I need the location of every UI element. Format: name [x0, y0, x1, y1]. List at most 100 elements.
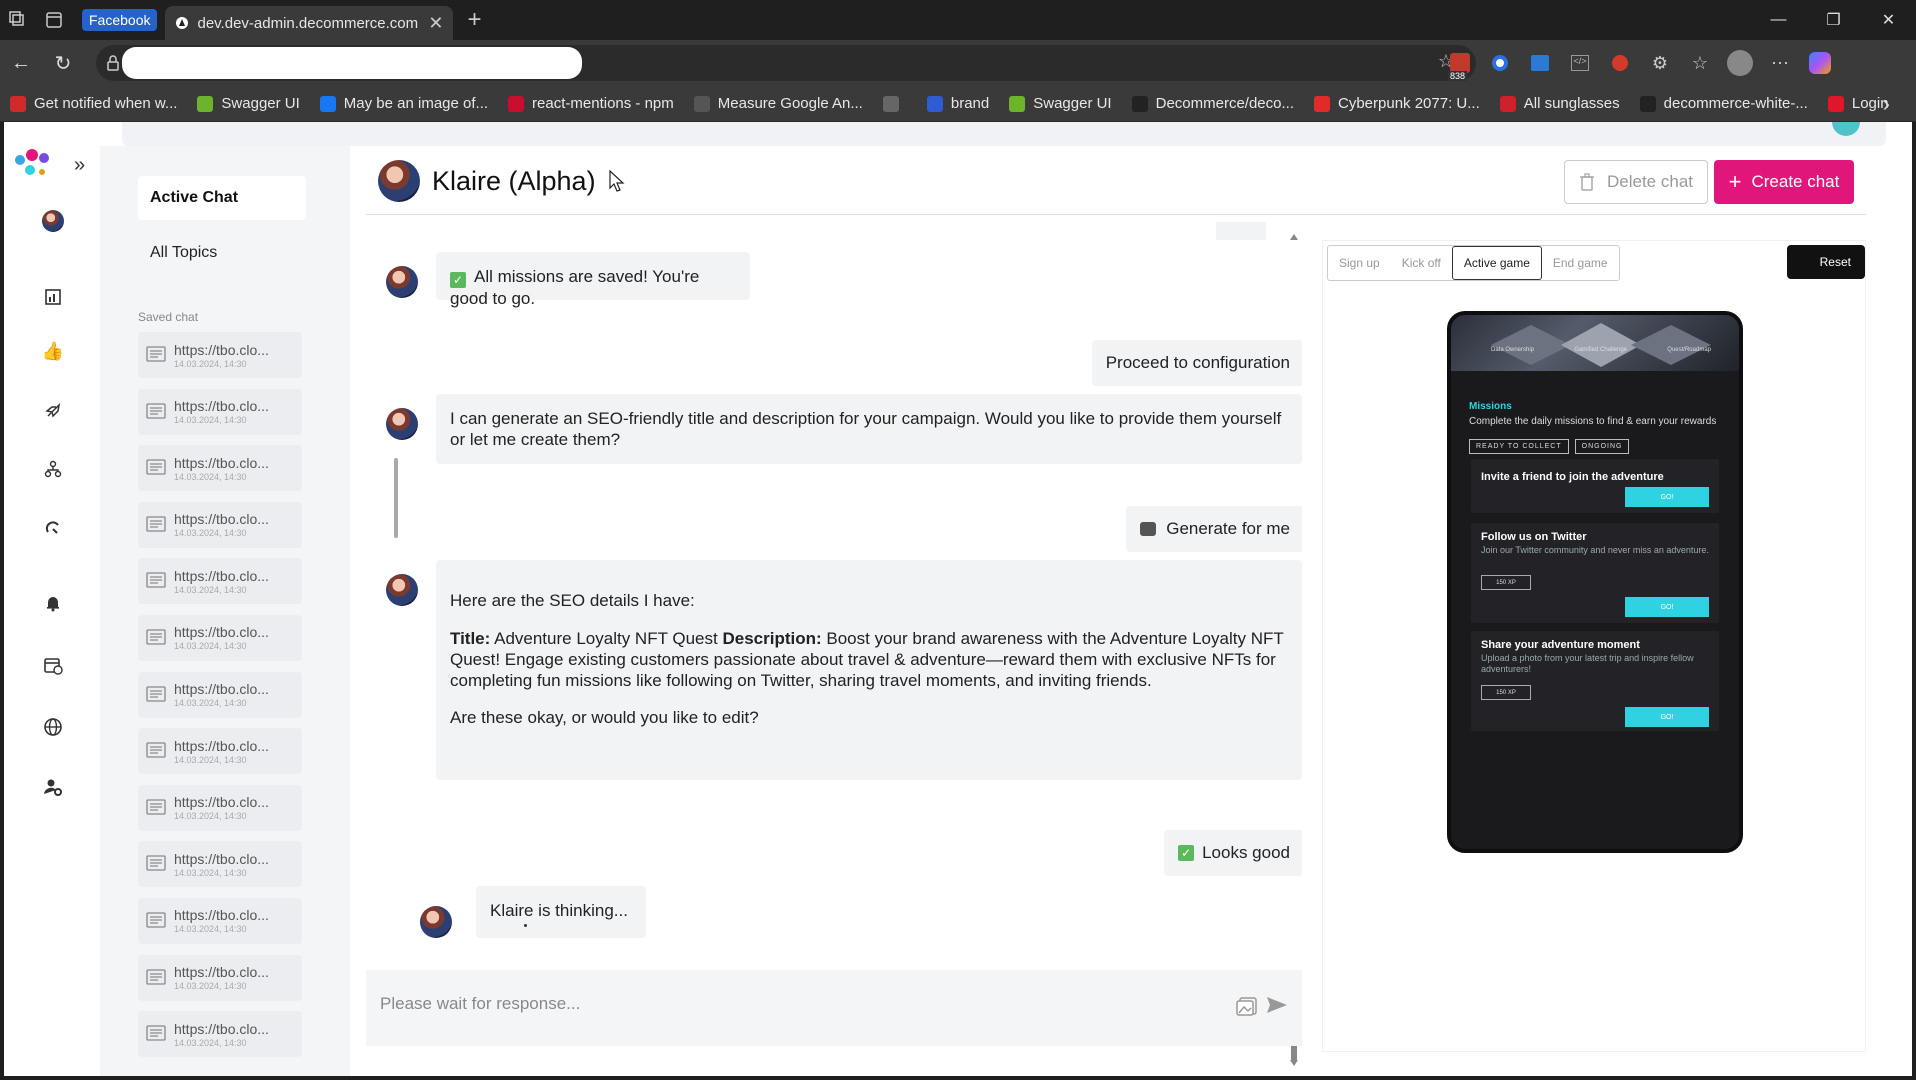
robot-icon [1140, 522, 1157, 536]
app-logo[interactable] [12, 146, 54, 178]
bookmark-item[interactable]: Login [1827, 95, 1889, 112]
bookmark-item[interactable]: react-mentions - npm [508, 95, 674, 112]
minimize-icon[interactable]: — [1751, 0, 1806, 40]
check-icon: ✓ [450, 272, 466, 288]
bookmark-favicon-icon [1131, 95, 1148, 112]
create-chat-button[interactable]: + Create chat [1714, 160, 1854, 204]
close-window-icon[interactable]: ✕ [1861, 0, 1916, 40]
chat-sidebar: Active Chat All Topics Saved chat https:… [100, 146, 398, 1076]
expand-sidebar-icon[interactable]: » [74, 154, 85, 177]
bookmark-item[interactable]: Get notified when w... [10, 95, 177, 112]
saved-chat-url: https://tbo.clo... [174, 511, 269, 528]
extension-code-icon[interactable]: </> [1560, 43, 1600, 83]
bookmark-item[interactable]: All sunglasses [1499, 95, 1620, 112]
xp-text: 150 XP [1496, 689, 1516, 696]
delete-chat-button[interactable]: Delete chat [1564, 160, 1708, 204]
workspaces-icon[interactable] [0, 2, 36, 38]
mission-go-button[interactable]: GO! [1625, 487, 1709, 507]
saved-chat-item[interactable]: https://tbo.clo... 14.03.2024, 14:30 [138, 558, 302, 605]
reset-button[interactable]: Reset [1787, 245, 1865, 279]
stage-tab[interactable]: End game [1542, 246, 1619, 280]
bot-message-text: All missions are saved! You're good to g… [450, 267, 700, 308]
bookmark-label: May be an image of... [343, 95, 489, 112]
phone-preview: Data Ownership Gamified Challenge Quest/Ro… [1447, 311, 1743, 853]
all-topics-tab[interactable]: All Topics [150, 244, 217, 262]
bookmark-item[interactable] [882, 95, 907, 112]
calendar-icon[interactable] [38, 650, 68, 680]
send-icon[interactable] [1266, 996, 1288, 1014]
page-title: Klaire (Alpha) [432, 166, 596, 196]
stage-tab[interactable]: Sign up [1328, 246, 1391, 280]
favorites-icon[interactable]: ☆ [1680, 43, 1720, 83]
bookmarks-overflow-icon[interactable]: › [1883, 91, 1890, 117]
mission-filter-pill[interactable]: READY TO COLLECT [1469, 439, 1569, 454]
bot-message: ✓ All missions are saved! You're good to … [436, 252, 750, 308]
back-icon[interactable]: ← [0, 42, 42, 84]
close-tab-icon[interactable]: ✕ [428, 13, 443, 34]
bookmarks-bar: Get notified when w... Swagger UI May be a… [0, 86, 1916, 122]
stage-tab[interactable]: Kick off [1391, 246, 1452, 280]
saved-chat-item[interactable]: https://tbo.clo... 14.03.2024, 14:30 [138, 614, 302, 661]
restore-icon[interactable]: ❐ [1806, 0, 1861, 40]
refresh-icon[interactable]: ↻ [42, 42, 84, 84]
saved-chat-item[interactable]: https://tbo.clo... 14.03.2024, 14:30 [138, 501, 302, 548]
saved-chat-item[interactable]: https://tbo.clo... 14.03.2024, 14:30 [138, 388, 302, 435]
saved-chat-url: https://tbo.clo... [174, 1020, 269, 1037]
saved-chat-url: https://tbo.clo... [174, 398, 269, 415]
analytics-icon[interactable] [38, 282, 68, 312]
address-bar[interactable]: ☆ [96, 45, 1476, 81]
mission-filter-pill[interactable]: ONGOING [1574, 439, 1630, 454]
bookmark-item[interactable]: Measure Google An... [693, 95, 863, 112]
mission-xp-badge: 150 XP [1481, 685, 1531, 700]
more-menu-icon[interactable]: ⋯ [1760, 43, 1800, 83]
agent-avatar-icon[interactable] [38, 206, 68, 236]
new-tab-icon[interactable]: + [467, 6, 481, 34]
trash-icon [1580, 173, 1594, 191]
bookmark-item[interactable]: Decommerce/deco... [1131, 95, 1294, 112]
user-message: Generate for me [1126, 506, 1302, 552]
saved-chat-item[interactable]: https://tbo.clo... 14.03.2024, 14:30 [138, 954, 302, 1001]
tab-actions-icon[interactable] [36, 2, 72, 38]
profile-avatar[interactable] [1720, 43, 1760, 83]
active-chat-tab[interactable]: Active Chat [138, 176, 306, 220]
extension-office-icon[interactable] [1520, 43, 1560, 83]
copilot-icon[interactable] [1800, 43, 1840, 83]
magnet-icon[interactable] [38, 514, 68, 544]
mission-go-button[interactable]: GO! [1625, 707, 1709, 727]
thinking-text: Klaire is thinking... [490, 901, 628, 920]
saved-chat-date: 14.03.2024, 14:30 [174, 698, 247, 709]
saved-chat-item[interactable]: https://tbo.clo... 14.03.2024, 14:30 [138, 445, 302, 492]
mission-go-button[interactable]: GO! [1625, 597, 1709, 617]
saved-chat-item[interactable]: https://tbo.clo... 14.03.2024, 14:30 [138, 897, 302, 944]
saved-chat-item[interactable]: https://tbo.clo... 14.03.2024, 14:30 [138, 1011, 302, 1058]
bookmark-item[interactable]: brand [926, 95, 989, 112]
browser-tab[interactable]: dev.dev-admin.decommerce.com ✕ [165, 6, 454, 40]
network-icon[interactable] [38, 454, 68, 484]
bookmark-item[interactable]: decommerce-white-... [1639, 95, 1808, 112]
saved-chat-item[interactable]: https://tbo.clo... 14.03.2024, 14:30 [138, 332, 302, 378]
saved-chat-item[interactable]: https://tbo.clo... 14.03.2024, 14:30 [138, 728, 302, 775]
extension-bug-icon[interactable] [1600, 43, 1640, 83]
tab-group-label[interactable]: Facebook [82, 9, 158, 31]
bookmark-item[interactable]: Cyberpunk 2077: U... [1314, 95, 1480, 112]
globe-icon[interactable] [38, 712, 68, 742]
bookmark-item[interactable]: Swagger UI [1009, 95, 1112, 112]
xp-text: 150 XP [1496, 579, 1516, 586]
chat-scrollbar[interactable] [1288, 230, 1300, 1070]
bookmark-item[interactable]: Swagger UI [197, 95, 300, 112]
extension-blue-icon[interactable] [1480, 43, 1520, 83]
saved-chat-item[interactable]: https://tbo.clo... 14.03.2024, 14:30 [138, 671, 302, 718]
user-settings-icon[interactable] [38, 772, 68, 802]
bookmark-item[interactable]: May be an image of... [319, 95, 489, 112]
thumbs-up-icon[interactable]: 👍 [38, 336, 68, 366]
saved-chat-url: https://tbo.clo... [174, 624, 269, 641]
message-input[interactable]: Please wait for response... [366, 970, 1302, 1046]
extension-badge-icon[interactable]: 838 [1440, 43, 1480, 83]
rocket-icon[interactable] [38, 396, 68, 426]
bell-icon[interactable] [38, 588, 68, 618]
saved-chat-item[interactable]: https://tbo.clo... 14.03.2024, 14:30 [138, 784, 302, 831]
stage-tab[interactable]: Active game [1451, 246, 1542, 280]
attach-image-icon[interactable] [1236, 994, 1258, 1016]
extensions-puzzle-icon[interactable]: ⚙ [1640, 43, 1680, 83]
saved-chat-item[interactable]: https://tbo.clo... 14.03.2024, 14:30 [138, 841, 302, 888]
